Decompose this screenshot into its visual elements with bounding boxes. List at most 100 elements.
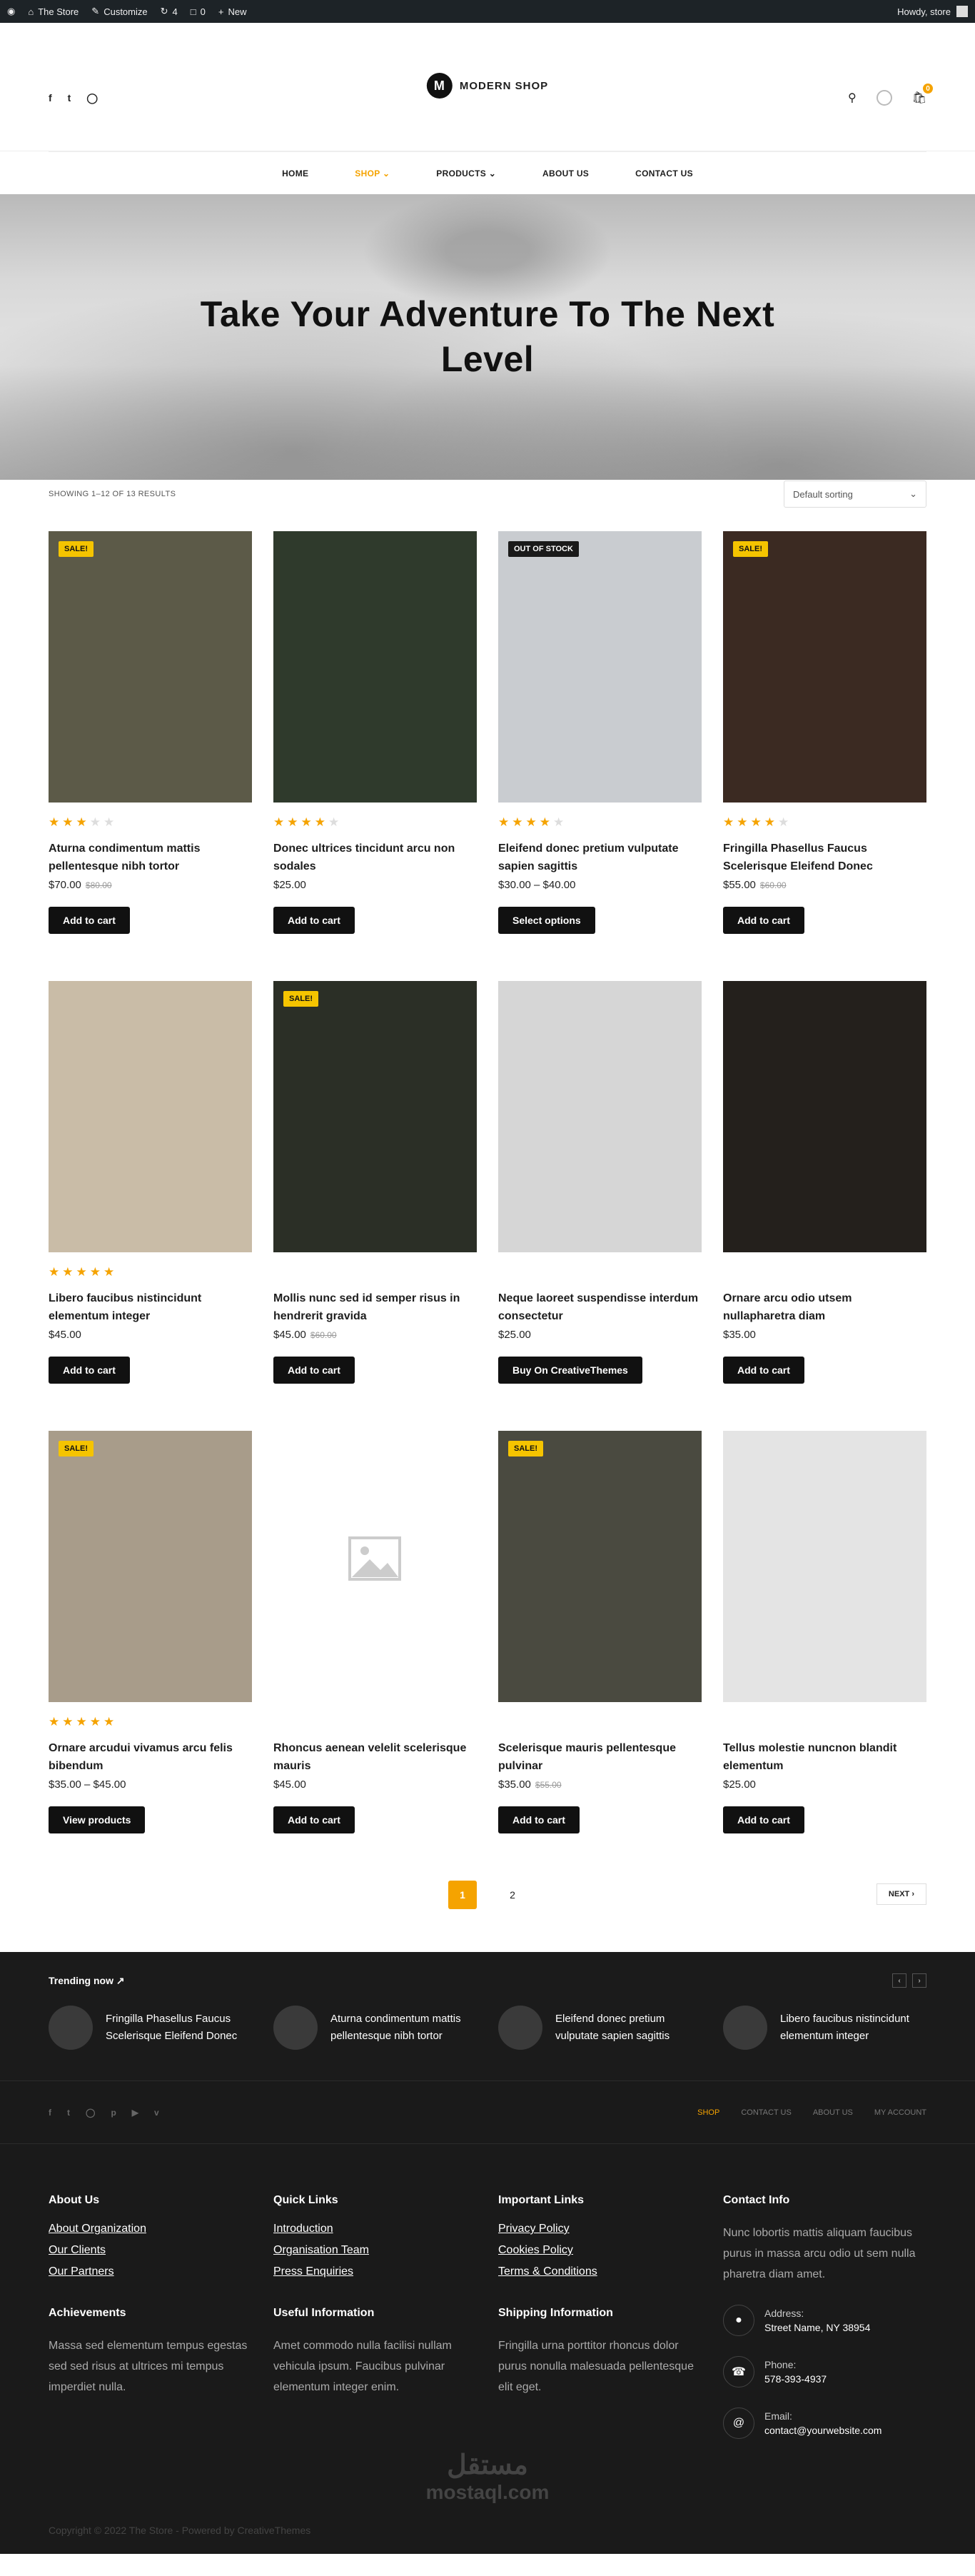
footer-link[interactable]: About Organization: [49, 2223, 252, 2235]
chevron-right-icon: ›: [911, 1890, 914, 1898]
product-image[interactable]: [273, 1431, 477, 1702]
product-image[interactable]: SALE!: [273, 981, 477, 1252]
nav-shop[interactable]: SHOP ⌄: [355, 168, 390, 178]
product-title[interactable]: Mollis nunc sed id semper risus in hendr…: [273, 1289, 477, 1325]
add-to-cart-button[interactable]: Add to cart: [723, 1806, 804, 1833]
nav-home[interactable]: HOME: [282, 168, 308, 178]
product-image[interactable]: SALE!: [498, 1431, 702, 1702]
logo-mark: M: [426, 73, 453, 99]
add-to-cart-button[interactable]: Select options: [498, 907, 595, 934]
facebook-icon[interactable]: f: [49, 92, 52, 104]
admin-updates-link[interactable]: ↻ 4: [161, 6, 178, 17]
product-title[interactable]: Tellus molestie nuncnon blandit elementu…: [723, 1739, 926, 1775]
admin-comments-link[interactable]: □ 0: [191, 6, 206, 17]
footer-link[interactable]: Cookies Policy: [498, 2244, 702, 2257]
sort-select[interactable]: Default sorting ⌄: [784, 481, 926, 508]
product-image[interactable]: [49, 981, 252, 1252]
footer-link[interactable]: Our Partners: [49, 2265, 252, 2278]
product-title[interactable]: Fringilla Phasellus Faucus Scelerisque E…: [723, 840, 926, 875]
product-rating: ★★★★★: [49, 1715, 252, 1731]
site-logo[interactable]: M MODERN SHOP: [426, 73, 549, 99]
product-image[interactable]: [273, 531, 477, 803]
add-to-cart-button[interactable]: Add to cart: [273, 907, 355, 934]
product-title[interactable]: Donec ultrices tincidunt arcu non sodale…: [273, 840, 477, 875]
footer-link[interactable]: Organisation Team: [273, 2244, 477, 2257]
logo-text: MODERN SHOP: [459, 79, 549, 92]
contact-phone: ☎ Phone: 578-393-4937: [723, 2356, 926, 2388]
twitter-icon[interactable]: t: [68, 92, 71, 104]
product-title[interactable]: Rhoncus aenean velelit scelerisque mauri…: [273, 1739, 477, 1775]
footer-link[interactable]: Privacy Policy: [498, 2223, 702, 2235]
instagram-icon[interactable]: ◯: [86, 2108, 95, 2118]
star-icon: ★: [103, 1715, 118, 1729]
pinterest-icon[interactable]: p: [111, 2108, 116, 2118]
product-title[interactable]: Ornare arcu odio utsem nullapharetra dia…: [723, 1289, 926, 1325]
product-image[interactable]: SALE!: [49, 531, 252, 803]
nav-contact[interactable]: CONTACT US: [635, 168, 693, 178]
product-title[interactable]: Eleifend donec pretium vulputate sapien …: [498, 840, 702, 875]
youtube-icon[interactable]: ▶: [132, 2108, 138, 2118]
add-to-cart-button[interactable]: Add to cart: [273, 1357, 355, 1384]
shop-section: SHOWING 1–12 OF 13 RESULTS Default sorti…: [0, 480, 975, 1909]
footer-link[interactable]: Introduction: [273, 2223, 477, 2235]
nav-about[interactable]: ABOUT US: [542, 168, 589, 178]
product-image[interactable]: OUT OF STOCK: [498, 531, 702, 803]
next-arrow-icon[interactable]: ›: [912, 1973, 926, 1988]
nav-products[interactable]: PRODUCTS ⌄: [436, 168, 496, 178]
instagram-icon[interactable]: ◯: [86, 92, 98, 104]
footer-nav-contact[interactable]: CONTACT US: [741, 2108, 792, 2117]
footer-nav-account[interactable]: MY ACCOUNT: [874, 2108, 926, 2117]
product-title[interactable]: Scelerisque mauris pellentesque pulvinar: [498, 1739, 702, 1775]
product-rating: ★★★★★: [723, 815, 926, 831]
next-button[interactable]: NEXT ›: [876, 1883, 926, 1905]
page-1[interactable]: 1: [448, 1881, 477, 1909]
footer-nav-about[interactable]: ABOUT US: [813, 2108, 853, 2117]
admin-account[interactable]: Howdy, store: [897, 6, 968, 17]
twitter-icon[interactable]: t: [67, 2108, 70, 2118]
trending-item[interactable]: Aturna condimentum mattis pellentesque n…: [273, 2006, 477, 2050]
footer-nav-shop[interactable]: SHOP: [697, 2108, 719, 2117]
trending-item[interactable]: Eleifend donec pretium vulputate sapien …: [498, 2006, 702, 2050]
product-image[interactable]: [723, 981, 926, 1252]
add-to-cart-button[interactable]: Add to cart: [49, 907, 130, 934]
chevron-down-icon: ⌄: [382, 168, 390, 178]
facebook-icon[interactable]: f: [49, 2108, 51, 2118]
product-rating: [498, 1715, 702, 1731]
footer-link[interactable]: Terms & Conditions: [498, 2265, 702, 2278]
admin-site-link[interactable]: ⌂ The Store: [28, 6, 79, 17]
hero-title: Take Your Adventure To The Next Level: [200, 294, 775, 379]
product-image[interactable]: [498, 981, 702, 1252]
product-title[interactable]: Ornare arcudui vivamus arcu felis bibend…: [49, 1739, 252, 1775]
product-price: $25.00: [273, 879, 306, 891]
footer-link[interactable]: Our Clients: [49, 2244, 252, 2257]
phone-icon: ☎: [723, 2356, 754, 2388]
header-icons: ⚲ 🛍 0: [848, 84, 933, 106]
cart-icon[interactable]: 🛍 0: [912, 84, 933, 105]
product-image[interactable]: SALE!: [723, 531, 926, 803]
add-to-cart-button[interactable]: View products: [49, 1806, 146, 1833]
product-price: $25.00: [723, 1778, 756, 1791]
trending-item[interactable]: Libero faucibus nistincidunt elementum i…: [723, 2006, 926, 2050]
product-title[interactable]: Neque laoreet suspendisse interdum conse…: [498, 1289, 702, 1325]
wordpress-icon[interactable]: ◉: [7, 6, 15, 17]
admin-customize-link[interactable]: ✎ Customize: [91, 6, 147, 17]
add-to-cart-button[interactable]: Add to cart: [498, 1806, 580, 1833]
footer-link[interactable]: Press Enquiries: [273, 2265, 477, 2278]
add-to-cart-button[interactable]: Add to cart: [723, 907, 804, 934]
product-title[interactable]: Aturna condimentum mattis pellentesque n…: [49, 840, 252, 875]
add-to-cart-button[interactable]: Buy On CreativeThemes: [498, 1357, 642, 1384]
prev-arrow-icon[interactable]: ‹: [892, 1973, 906, 1988]
admin-new-link[interactable]: + New: [218, 6, 247, 17]
search-icon[interactable]: ⚲: [848, 91, 857, 105]
product-title[interactable]: Libero faucibus nistincidunt elementum i…: [49, 1289, 252, 1325]
add-to-cart-button[interactable]: Add to cart: [273, 1806, 355, 1833]
add-to-cart-button[interactable]: Add to cart: [723, 1357, 804, 1384]
product-image[interactable]: SALE!: [49, 1431, 252, 1702]
add-to-cart-button[interactable]: Add to cart: [49, 1357, 130, 1384]
vimeo-icon[interactable]: v: [154, 2108, 159, 2118]
product-image[interactable]: [723, 1431, 926, 1702]
product-card: Neque laoreet suspendisse interdum conse…: [498, 981, 702, 1402]
trending-item[interactable]: Fringilla Phasellus Faucus Scelerisque E…: [49, 2006, 252, 2050]
account-icon[interactable]: [876, 90, 892, 106]
page-2[interactable]: 2: [498, 1881, 527, 1909]
